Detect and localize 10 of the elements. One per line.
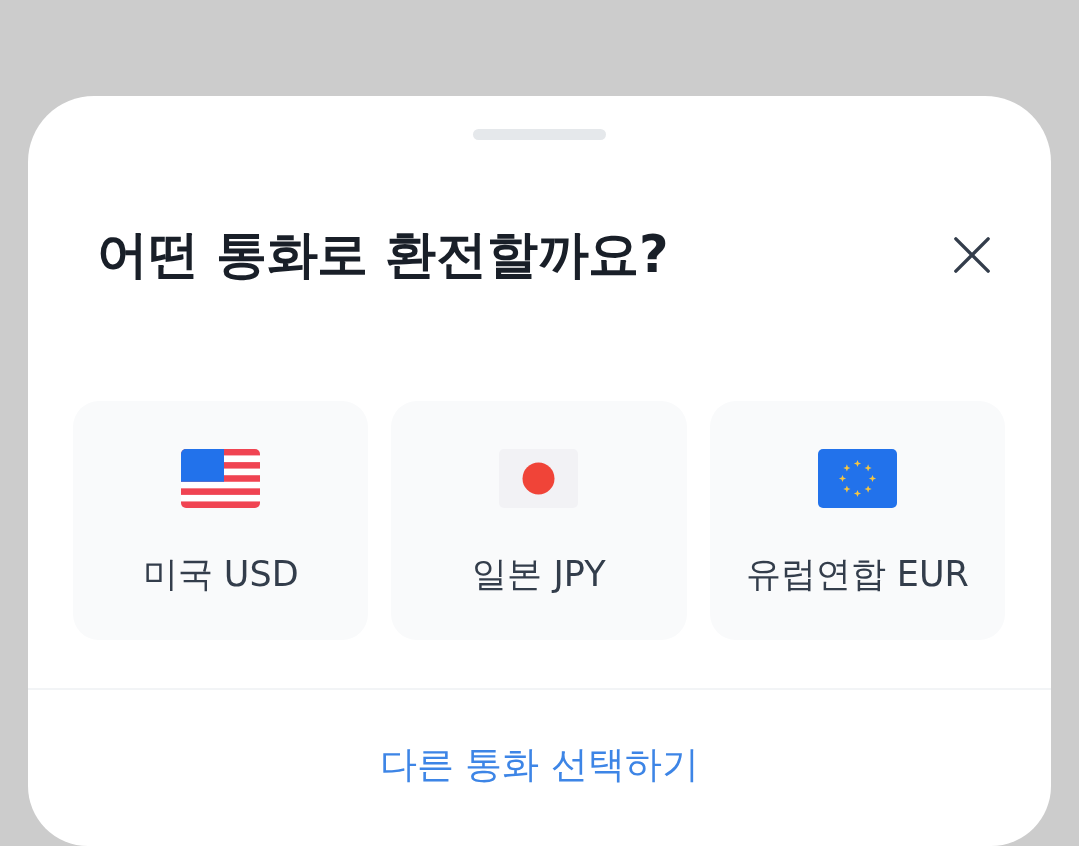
flag-icon	[499, 449, 579, 508]
sheet-title: 어떤 통화로 환전할까요?	[97, 225, 669, 285]
flag-icon	[817, 449, 897, 508]
flag-icon	[181, 449, 261, 508]
drag-handle[interactable]	[473, 129, 606, 140]
close-icon	[953, 236, 991, 274]
currency-card[interactable]: 일본 JPY	[391, 401, 687, 640]
currency-card[interactable]: 미국 USD	[73, 401, 369, 640]
other-currency-link[interactable]: 다른 통화 선택하기	[373, 742, 706, 788]
currency-card[interactable]: 유럽연합 EUR	[709, 401, 1005, 640]
